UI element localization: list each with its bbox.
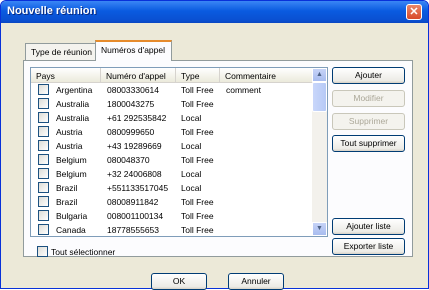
table-row[interactable]: Brazil 08008911842 Toll Free <box>31 195 314 209</box>
close-button[interactable]: ✕ <box>406 4 422 20</box>
cell-country: Bulgaria <box>56 211 88 221</box>
cell-type: Toll Free <box>181 127 214 137</box>
cell-country: Australia <box>56 113 90 123</box>
cell-country: Belgium <box>56 155 87 165</box>
cell-number: 080048370 <box>107 155 150 165</box>
add-button[interactable]: Ajouter <box>332 67 405 84</box>
row-checkbox[interactable] <box>38 224 49 235</box>
cell-number: 08003330614 <box>107 85 160 95</box>
cell-number: 0800999650 <box>107 127 155 137</box>
cell-country: Brazil <box>56 183 78 193</box>
cell-number: +551133517045 <box>107 183 169 193</box>
table-row[interactable]: Bulgaria 008001100134 Toll Free <box>31 209 314 223</box>
row-checkbox[interactable] <box>38 168 49 179</box>
cell-type: Toll Free <box>181 197 214 207</box>
row-checkbox[interactable] <box>38 84 49 95</box>
cell-country: Australia <box>56 99 90 109</box>
row-checkbox[interactable] <box>38 140 49 151</box>
table-row[interactable]: Canada 18778555653 Toll Free <box>31 223 314 236</box>
cell-number: 18778555653 <box>107 225 160 235</box>
modify-button[interactable]: Modifier <box>332 90 405 107</box>
window-title: Nouvelle réunion <box>7 5 97 17</box>
cell-number: +32 24006808 <box>107 169 162 179</box>
cell-type: Toll Free <box>181 211 214 221</box>
title-bar[interactable]: Nouvelle réunion ✕ <box>1 1 428 23</box>
add-list-button[interactable]: Ajouter liste <box>332 218 405 235</box>
table-row[interactable]: Belgium 080048370 Toll Free <box>31 153 314 167</box>
select-all-checkbox[interactable] <box>37 246 48 257</box>
table-row[interactable]: Brazil +551133517045 Local <box>31 181 314 195</box>
table-row[interactable]: Australia +61 292535842 Local <box>31 111 314 125</box>
vertical-scrollbar[interactable]: ▲ ▼ <box>312 68 327 236</box>
column-header-commentaire[interactable]: Commentaire <box>220 68 315 83</box>
cell-type: Toll Free <box>181 85 214 95</box>
row-checkbox[interactable] <box>38 112 49 123</box>
close-icon: ✕ <box>409 6 419 18</box>
table-row[interactable]: Austria +43 19289669 Local <box>31 139 314 153</box>
delete-button[interactable]: Supprimer <box>332 113 405 130</box>
column-header-type[interactable]: Type <box>176 68 220 83</box>
cell-country: Austria <box>56 127 83 137</box>
cell-type: Local <box>181 113 202 123</box>
row-checkbox[interactable] <box>38 126 49 137</box>
cell-type: Local <box>181 183 202 193</box>
cell-number: +61 292535842 <box>107 113 167 123</box>
cell-type: Toll Free <box>181 225 214 235</box>
row-checkbox[interactable] <box>38 98 49 109</box>
column-header-pays[interactable]: Pays <box>31 68 101 83</box>
cell-type: Toll Free <box>181 99 214 109</box>
cell-country: Canada <box>56 225 86 235</box>
cell-number: +43 19289669 <box>107 141 162 151</box>
table-row[interactable]: Austria 0800999650 Toll Free <box>31 125 314 139</box>
scroll-up-icon[interactable]: ▲ <box>312 68 327 82</box>
cell-number: 08008911842 <box>107 197 159 207</box>
row-checkbox[interactable] <box>38 182 49 193</box>
cell-type: Local <box>181 141 202 151</box>
cell-country: Argentina <box>56 85 93 95</box>
cell-type: Toll Free <box>181 155 214 165</box>
table-row[interactable]: Australia 1800043275 Toll Free <box>31 97 314 111</box>
table-row[interactable]: Belgium +32 24006808 Local <box>31 167 314 181</box>
cell-country: Brazil <box>56 197 78 207</box>
row-checkbox[interactable] <box>38 196 49 207</box>
dial-number-list[interactable]: Pays Numéro d'appel Type Commentaire Arg… <box>30 67 328 237</box>
row-checkbox[interactable] <box>38 210 49 221</box>
table-row[interactable]: Argentina 08003330614 Toll Free comment <box>31 83 314 97</box>
cell-number: 1800043275 <box>107 99 155 109</box>
cell-country: Belgium <box>56 169 87 179</box>
scroll-down-icon[interactable]: ▼ <box>312 222 327 236</box>
tab-numeros-d-appel[interactable]: Numéros d'appel <box>95 40 172 61</box>
tab-type-de-reunion[interactable]: Type de réunion <box>25 43 96 60</box>
ok-button[interactable]: OK <box>151 273 207 290</box>
cell-number: 008001100134 <box>107 211 164 221</box>
cell-comment: comment <box>226 85 261 95</box>
scroll-thumb[interactable] <box>312 82 327 112</box>
cell-country: Austria <box>56 141 83 151</box>
cell-type: Local <box>181 169 202 179</box>
export-list-button[interactable]: Exporter liste <box>332 238 405 255</box>
column-header-numero[interactable]: Numéro d'appel <box>101 68 176 83</box>
select-all-label: Tout sélectionner <box>51 247 116 257</box>
delete-all-button[interactable]: Tout supprimer <box>332 135 405 152</box>
cancel-button[interactable]: Annuler <box>228 273 284 290</box>
row-checkbox[interactable] <box>38 154 49 165</box>
